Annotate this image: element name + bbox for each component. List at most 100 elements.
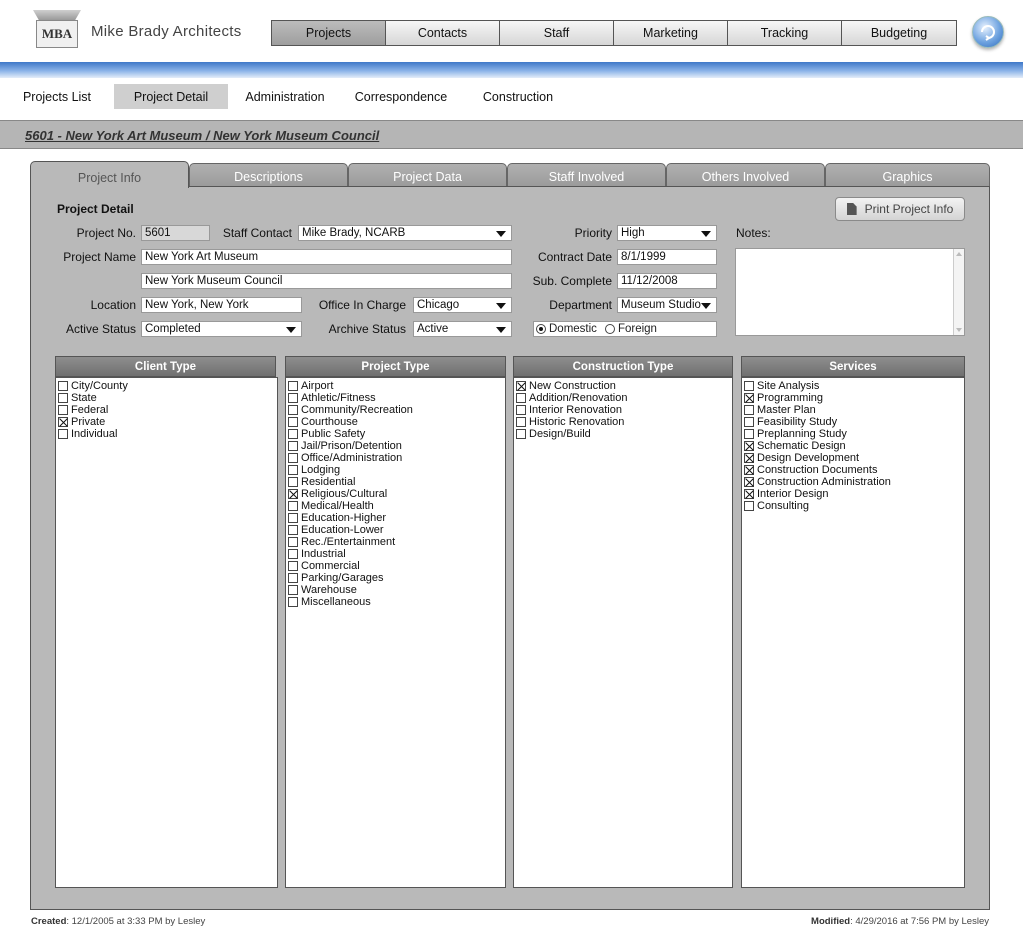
checkbox-row-education-lower[interactable]: Education-Lower: [286, 524, 505, 536]
scroll-down-icon[interactable]: [956, 328, 962, 332]
checkbox-row-feasibility-study[interactable]: Feasibility Study: [742, 416, 964, 428]
nav-budgeting[interactable]: Budgeting: [842, 21, 956, 45]
location-field[interactable]: New York, New York: [141, 297, 302, 313]
radio-foreign[interactable]: [604, 324, 615, 334]
checkbox[interactable]: [288, 585, 298, 595]
nav-projects[interactable]: Projects: [272, 21, 386, 45]
checkbox[interactable]: [288, 597, 298, 607]
checkbox[interactable]: [58, 405, 68, 415]
checkbox-row-state[interactable]: State: [56, 392, 277, 404]
checkbox-row-federal[interactable]: Federal: [56, 404, 277, 416]
checkbox-row-airport[interactable]: Airport: [286, 380, 505, 392]
checkbox-row-consulting[interactable]: Consulting: [742, 500, 964, 512]
checkbox-row-commercial[interactable]: Commercial: [286, 560, 505, 572]
notes-scrollbar[interactable]: [953, 249, 964, 335]
checkbox[interactable]: [288, 513, 298, 523]
checkbox-row-construction-documents[interactable]: Construction Documents: [742, 464, 964, 476]
checkbox[interactable]: [288, 381, 298, 391]
checkbox-row-historic-renovation[interactable]: Historic Renovation: [514, 416, 732, 428]
page-title[interactable]: 5601 - New York Art Museum / New York Mu…: [25, 128, 379, 143]
scroll-up-icon[interactable]: [956, 252, 962, 256]
checkbox[interactable]: [288, 453, 298, 463]
subnav-construction[interactable]: Construction: [474, 84, 562, 109]
checkbox-row-office-administration[interactable]: Office/Administration: [286, 452, 505, 464]
checkbox-row-parking-garages[interactable]: Parking/Garages: [286, 572, 505, 584]
nav-staff[interactable]: Staff: [500, 21, 614, 45]
checkbox-row-programming[interactable]: Programming: [742, 392, 964, 404]
priority-select[interactable]: High: [617, 225, 717, 241]
checkbox[interactable]: [288, 429, 298, 439]
subnav-correspondence[interactable]: Correspondence: [346, 84, 456, 109]
contract-date-field[interactable]: 8/1/1999: [617, 249, 717, 265]
nav-tracking[interactable]: Tracking: [728, 21, 842, 45]
checkbox-row-jail-prison-detention[interactable]: Jail/Prison/Detention: [286, 440, 505, 452]
checkbox-row-new-construction[interactable]: New Construction: [514, 380, 732, 392]
staff-contact-select[interactable]: Mike Brady, NCARB: [298, 225, 512, 241]
nav-marketing[interactable]: Marketing: [614, 21, 728, 45]
checkbox-row-preplanning-study[interactable]: Preplanning Study: [742, 428, 964, 440]
radio-domestic[interactable]: [536, 324, 546, 334]
checkbox[interactable]: [288, 573, 298, 583]
department-select[interactable]: Museum Studio: [617, 297, 717, 313]
checkbox-row-city-county[interactable]: City/County: [56, 380, 277, 392]
checkbox[interactable]: [744, 405, 754, 415]
checkbox[interactable]: [288, 489, 298, 499]
checkbox-row-community-recreation[interactable]: Community/Recreation: [286, 404, 505, 416]
checkbox-row-addition-renovation[interactable]: Addition/Renovation: [514, 392, 732, 404]
checkbox-row-design-development[interactable]: Design Development: [742, 452, 964, 464]
checkbox[interactable]: [516, 381, 526, 391]
tab-project-info[interactable]: Project Info: [30, 161, 189, 188]
checkbox-row-courthouse[interactable]: Courthouse: [286, 416, 505, 428]
checkbox-row-medical-health[interactable]: Medical/Health: [286, 500, 505, 512]
checkbox-row-private[interactable]: Private: [56, 416, 277, 428]
checkbox[interactable]: [288, 477, 298, 487]
checkbox-row-design-build[interactable]: Design/Build: [514, 428, 732, 440]
checkbox-row-public-safety[interactable]: Public Safety: [286, 428, 505, 440]
tab-graphics[interactable]: Graphics: [825, 163, 990, 187]
checkbox[interactable]: [516, 405, 526, 415]
checkbox[interactable]: [288, 549, 298, 559]
project-name-field[interactable]: New York Art Museum: [141, 249, 512, 265]
checkbox[interactable]: [288, 561, 298, 571]
subnav-administration[interactable]: Administration: [238, 84, 332, 109]
checkbox[interactable]: [744, 393, 754, 403]
subnav-projects-list[interactable]: Projects List: [14, 84, 100, 109]
checkbox[interactable]: [58, 393, 68, 403]
checkbox[interactable]: [516, 417, 526, 427]
checkbox-row-individual[interactable]: Individual: [56, 428, 277, 440]
checkbox[interactable]: [58, 381, 68, 391]
tab-staff-involved[interactable]: Staff Involved: [507, 163, 666, 187]
office-select[interactable]: Chicago: [413, 297, 512, 313]
checkbox-row-construction-administration[interactable]: Construction Administration: [742, 476, 964, 488]
checkbox[interactable]: [288, 465, 298, 475]
subnav-project-detail[interactable]: Project Detail: [114, 84, 228, 109]
checkbox[interactable]: [744, 489, 754, 499]
checkbox-row-residential[interactable]: Residential: [286, 476, 505, 488]
checkbox[interactable]: [744, 477, 754, 487]
checkbox-row-master-plan[interactable]: Master Plan: [742, 404, 964, 416]
active-status-select[interactable]: Completed: [141, 321, 302, 337]
checkbox-row-industrial[interactable]: Industrial: [286, 548, 505, 560]
checkbox[interactable]: [288, 441, 298, 451]
checkbox[interactable]: [288, 405, 298, 415]
checkbox[interactable]: [744, 441, 754, 451]
checkbox[interactable]: [744, 417, 754, 427]
archive-status-select[interactable]: Active: [413, 321, 512, 337]
checkbox[interactable]: [288, 417, 298, 427]
checkbox[interactable]: [516, 429, 526, 439]
print-project-info-button[interactable]: Print Project Info: [835, 197, 965, 221]
checkbox-row-lodging[interactable]: Lodging: [286, 464, 505, 476]
tab-others-involved[interactable]: Others Involved: [666, 163, 825, 187]
notes-textarea[interactable]: [735, 248, 965, 336]
checkbox-row-athletic-fitness[interactable]: Athletic/Fitness: [286, 392, 505, 404]
checkbox-row-schematic-design[interactable]: Schematic Design: [742, 440, 964, 452]
checkbox[interactable]: [288, 525, 298, 535]
checkbox-row-miscellaneous[interactable]: Miscellaneous: [286, 596, 505, 608]
globe-icon[interactable]: [972, 16, 1004, 48]
checkbox[interactable]: [58, 417, 68, 427]
client-name-field[interactable]: New York Museum Council: [141, 273, 512, 289]
checkbox[interactable]: [744, 465, 754, 475]
checkbox[interactable]: [58, 429, 68, 439]
checkbox-row-warehouse[interactable]: Warehouse: [286, 584, 505, 596]
sub-complete-field[interactable]: 11/12/2008: [617, 273, 717, 289]
